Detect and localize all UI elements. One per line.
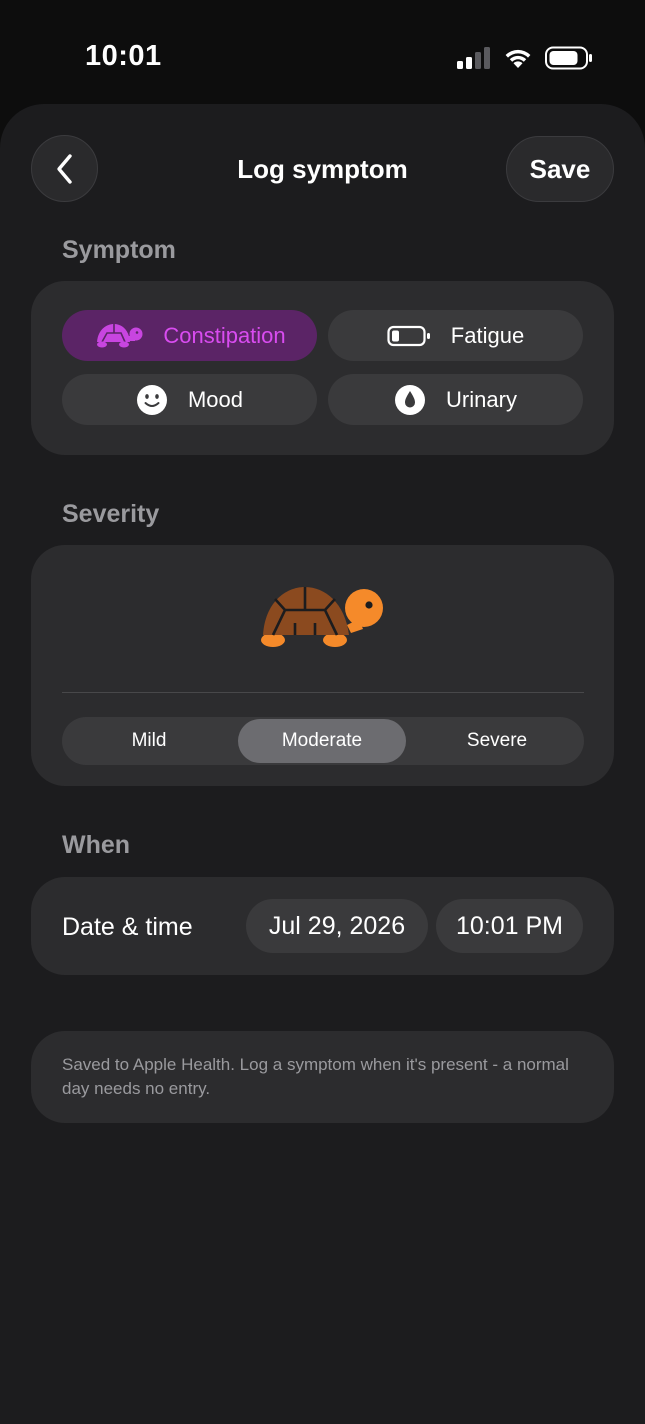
symptom-option-constipation[interactable]: Constipation <box>62 310 317 361</box>
status-icons <box>457 46 593 70</box>
turtle-icon <box>259 585 387 658</box>
cellular-signal-icon <box>457 47 490 69</box>
when-card: Date & time Jul 29, 2026 10:01 PM <box>31 877 614 975</box>
droplet-icon <box>394 384 426 416</box>
symptom-option-label: Urinary <box>446 386 517 412</box>
severity-option-mild[interactable]: Mild <box>62 717 236 765</box>
severity-option-severe[interactable]: Severe <box>410 717 584 765</box>
battery-low-icon <box>387 325 431 347</box>
wifi-icon <box>505 49 531 68</box>
date-picker[interactable]: Jul 29, 2026 <box>246 899 428 953</box>
turtle-icon <box>93 322 143 350</box>
time-picker[interactable]: 10:01 PM <box>436 899 583 953</box>
status-bar: 10:01 <box>0 0 645 110</box>
when-section-label: When <box>62 831 131 859</box>
info-note: Saved to Apple Health. Log a symptom whe… <box>31 1031 614 1123</box>
save-button[interactable]: Save <box>506 136 614 202</box>
severity-segmented-control: Mild Moderate Severe <box>62 717 584 765</box>
divider <box>62 692 584 693</box>
date-time-label: Date & time <box>62 913 193 941</box>
symptom-card: Constipation Fatigue Mood Urinary <box>31 281 614 455</box>
battery-icon <box>545 46 592 70</box>
severity-section-label: Severity <box>62 500 160 528</box>
symptom-option-label: Constipation <box>163 322 286 348</box>
severity-option-moderate[interactable]: Moderate <box>238 719 406 763</box>
symptom-section-label: Symptom <box>62 236 176 264</box>
symptom-option-urinary[interactable]: Urinary <box>328 374 583 425</box>
symptom-option-label: Fatigue <box>450 322 525 348</box>
smiley-icon <box>136 384 168 416</box>
symptom-option-fatigue[interactable]: Fatigue <box>328 310 583 361</box>
symptom-option-label: Mood <box>187 386 244 412</box>
status-time: 10:01 <box>85 40 162 72</box>
symptom-option-mood[interactable]: Mood <box>62 374 317 425</box>
severity-card: Mild Moderate Severe <box>31 545 614 786</box>
